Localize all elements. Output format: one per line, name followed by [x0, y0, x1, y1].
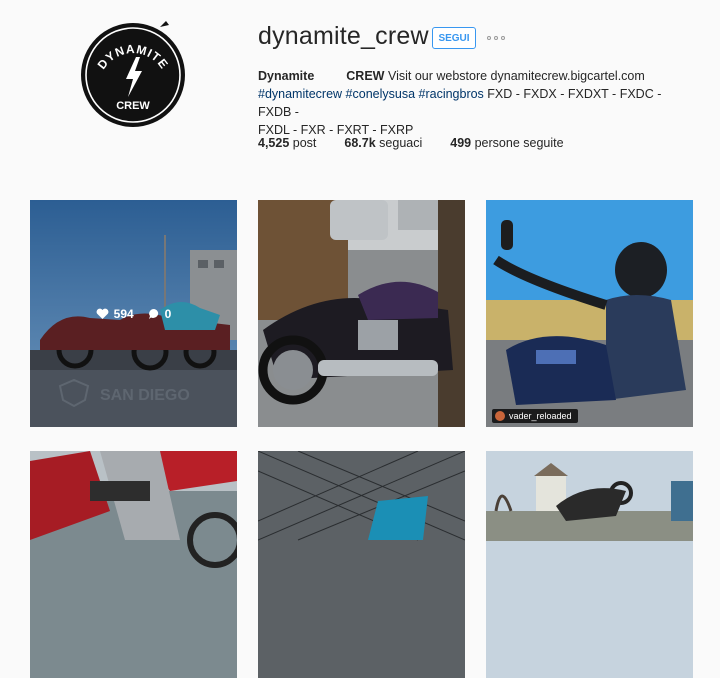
comment-icon — [148, 308, 158, 319]
tagged-user-avatar — [495, 411, 505, 421]
stat-following[interactable]: 499 persone seguite — [450, 136, 563, 150]
avatar-logo-bottom-text: CREW — [116, 100, 150, 112]
posts-count: 4,525 — [258, 136, 290, 150]
comments-indicator: 0 — [148, 306, 172, 321]
likes-count: 594 — [113, 306, 134, 321]
likes-indicator: 594 — [96, 307, 134, 321]
tagged-user-chip[interactable]: vader_reloaded — [492, 409, 578, 423]
bio-hashtags[interactable]: #dynamitecrew #conelysusa #racingbros — [258, 87, 484, 101]
followers-label: seguaci — [379, 136, 423, 150]
post-tile-3[interactable]: vader_reloaded — [486, 200, 693, 427]
post-tile-6[interactable] — [486, 451, 693, 678]
bio-webstore-text: Visit our webstore dynamitecrew.bigcarte… — [384, 69, 645, 83]
profile-bio: Dynamite CREW Visit our webstore dynamite… — [258, 67, 698, 139]
tagged-username: vader_reloaded — [509, 411, 572, 421]
post-tile-2[interactable] — [258, 200, 465, 427]
post-tile-4[interactable] — [30, 451, 237, 678]
following-label: persone seguite — [474, 136, 564, 150]
post-tile-1[interactable]: SAN DIEGO 594 0 — [30, 200, 237, 427]
profile-username: dynamite_crew — [258, 22, 429, 50]
post-tile-5[interactable] — [258, 451, 465, 678]
profile-avatar[interactable]: DYNAMITE CREW — [80, 17, 186, 133]
following-count: 499 — [450, 136, 472, 150]
followers-count: 68.7k — [344, 136, 376, 150]
stat-followers[interactable]: 68.7k seguaci — [344, 136, 422, 150]
bio-name: Dynamite — [258, 69, 315, 83]
more-options-icon[interactable] — [487, 34, 507, 42]
stat-posts: 4,525 post — [258, 136, 316, 150]
comments-count: 0 — [164, 306, 172, 321]
bio-models-line2: FXDL - FXR - FXRT - FXRP — [258, 123, 414, 137]
post-stats-overlay: 594 0 — [30, 200, 237, 427]
posts-label: post — [292, 136, 317, 150]
follow-button[interactable]: SEGUI — [432, 27, 476, 49]
bio-crew: CREW — [346, 69, 385, 83]
profile-stats: 4,525 post 68.7k seguaci 499 persone seg… — [258, 136, 564, 150]
heart-icon — [96, 308, 109, 319]
